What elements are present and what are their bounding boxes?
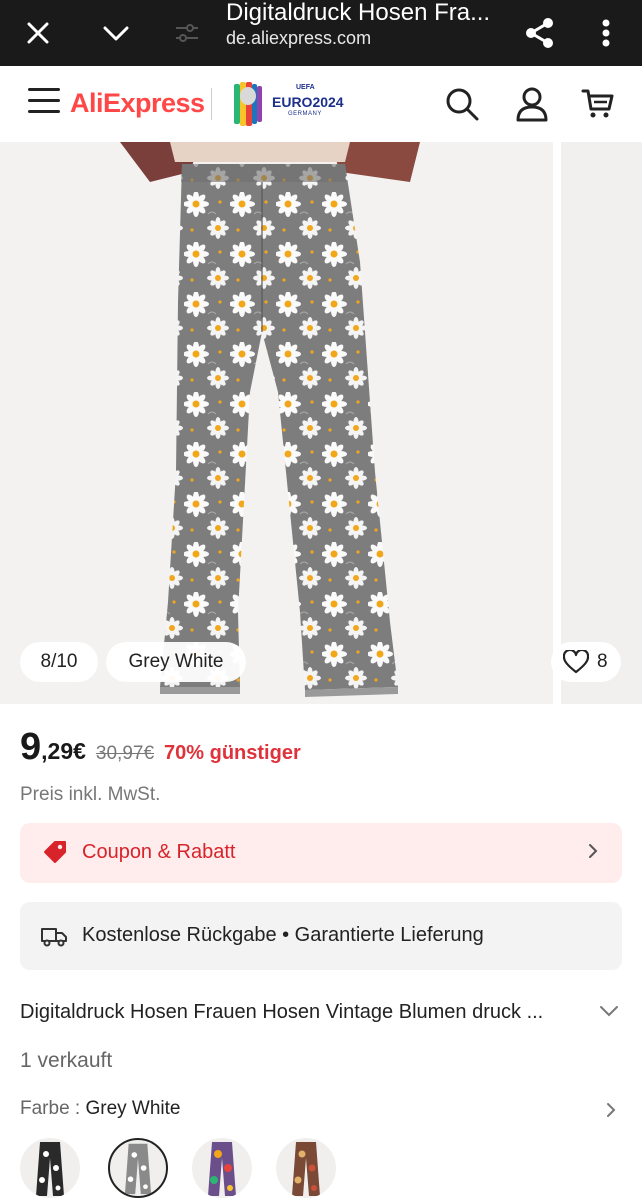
next-image-preview[interactable] <box>561 142 642 704</box>
swatch-multicolor[interactable] <box>192 1138 252 1198</box>
price-integer: 9 <box>20 726 42 768</box>
aliexpress-logo[interactable]: AliExpress <box>70 88 205 119</box>
sold-count: 1 verkauft <box>20 1049 113 1072</box>
euro2024-trophy-icon <box>234 82 262 126</box>
gallery-gap <box>553 142 561 704</box>
tag-icon <box>44 841 66 863</box>
original-price: 30,97€ <box>95 743 155 764</box>
coupon-label: Coupon & Rabatt <box>82 841 236 863</box>
color-selector[interactable]: Farbe : Grey White <box>20 1098 622 1124</box>
swatch-black-white[interactable] <box>20 1138 80 1198</box>
color-value: Grey White <box>85 1098 181 1119</box>
discount-label: 70% günstiger <box>164 742 301 764</box>
euro2024-logo: EURO2024 <box>272 94 344 110</box>
logo-divider <box>211 88 212 120</box>
user-icon[interactable] <box>510 82 554 126</box>
swatch-grey-white[interactable] <box>108 1138 168 1198</box>
tax-note: Preis inkl. MwSt. <box>20 784 161 805</box>
product-gallery[interactable] <box>0 142 642 704</box>
browser-toolbar: Digitaldruck Hosen Fra... de.aliexpress.… <box>0 0 642 66</box>
close-icon[interactable] <box>18 0 58 66</box>
menu-icon[interactable] <box>28 88 60 118</box>
share-icon[interactable] <box>520 0 560 66</box>
price-row: 9 ,29€ 30,97€ 70% günstiger <box>20 726 301 772</box>
price-decimal: ,29€ <box>41 738 86 764</box>
product-image[interactable] <box>0 142 553 704</box>
app-header: AliExpress UEFA EURO2024 GERMANY <box>0 66 642 142</box>
truck-icon <box>41 928 67 947</box>
chevron-right-icon <box>607 1103 616 1117</box>
coupon-button[interactable]: Coupon & Rabatt <box>20 823 622 883</box>
more-vert-icon[interactable] <box>588 0 624 66</box>
image-counter: 8/10 <box>20 642 98 682</box>
browser-url[interactable]: de.aliexpress.com <box>226 28 371 49</box>
wishlist-count: 8 <box>597 651 608 672</box>
heart-icon <box>563 650 589 674</box>
color-swatches <box>20 1136 640 1200</box>
floral-pants-image <box>120 142 420 697</box>
image-color-tag: Grey White <box>106 642 246 682</box>
browser-page-title: Digitaldruck Hosen Fra... <box>226 0 491 26</box>
uefa-text: UEFA <box>296 84 315 91</box>
benefits-banner[interactable]: Kostenlose Rückgabe • Garantierte Liefer… <box>20 902 622 970</box>
chevron-down-icon[interactable] <box>96 0 136 66</box>
color-label: Farbe : Grey White <box>20 1098 181 1120</box>
product-title[interactable]: Digitaldruck Hosen Frauen Hosen Vintage … <box>20 1001 580 1024</box>
chevron-right-icon <box>589 844 598 858</box>
cart-icon[interactable] <box>576 82 620 126</box>
germany-text: GERMANY <box>288 111 322 117</box>
expand-chevron-icon[interactable] <box>598 1002 620 1020</box>
color-label-prefix: Farbe : <box>20 1098 86 1119</box>
search-icon[interactable] <box>440 82 484 126</box>
tune-icon[interactable] <box>172 0 202 66</box>
benefits-text: Kostenlose Rückgabe • Garantierte Liefer… <box>82 924 484 946</box>
swatch-brown-floral[interactable] <box>276 1138 336 1198</box>
wishlist-button[interactable]: 8 <box>551 642 621 682</box>
